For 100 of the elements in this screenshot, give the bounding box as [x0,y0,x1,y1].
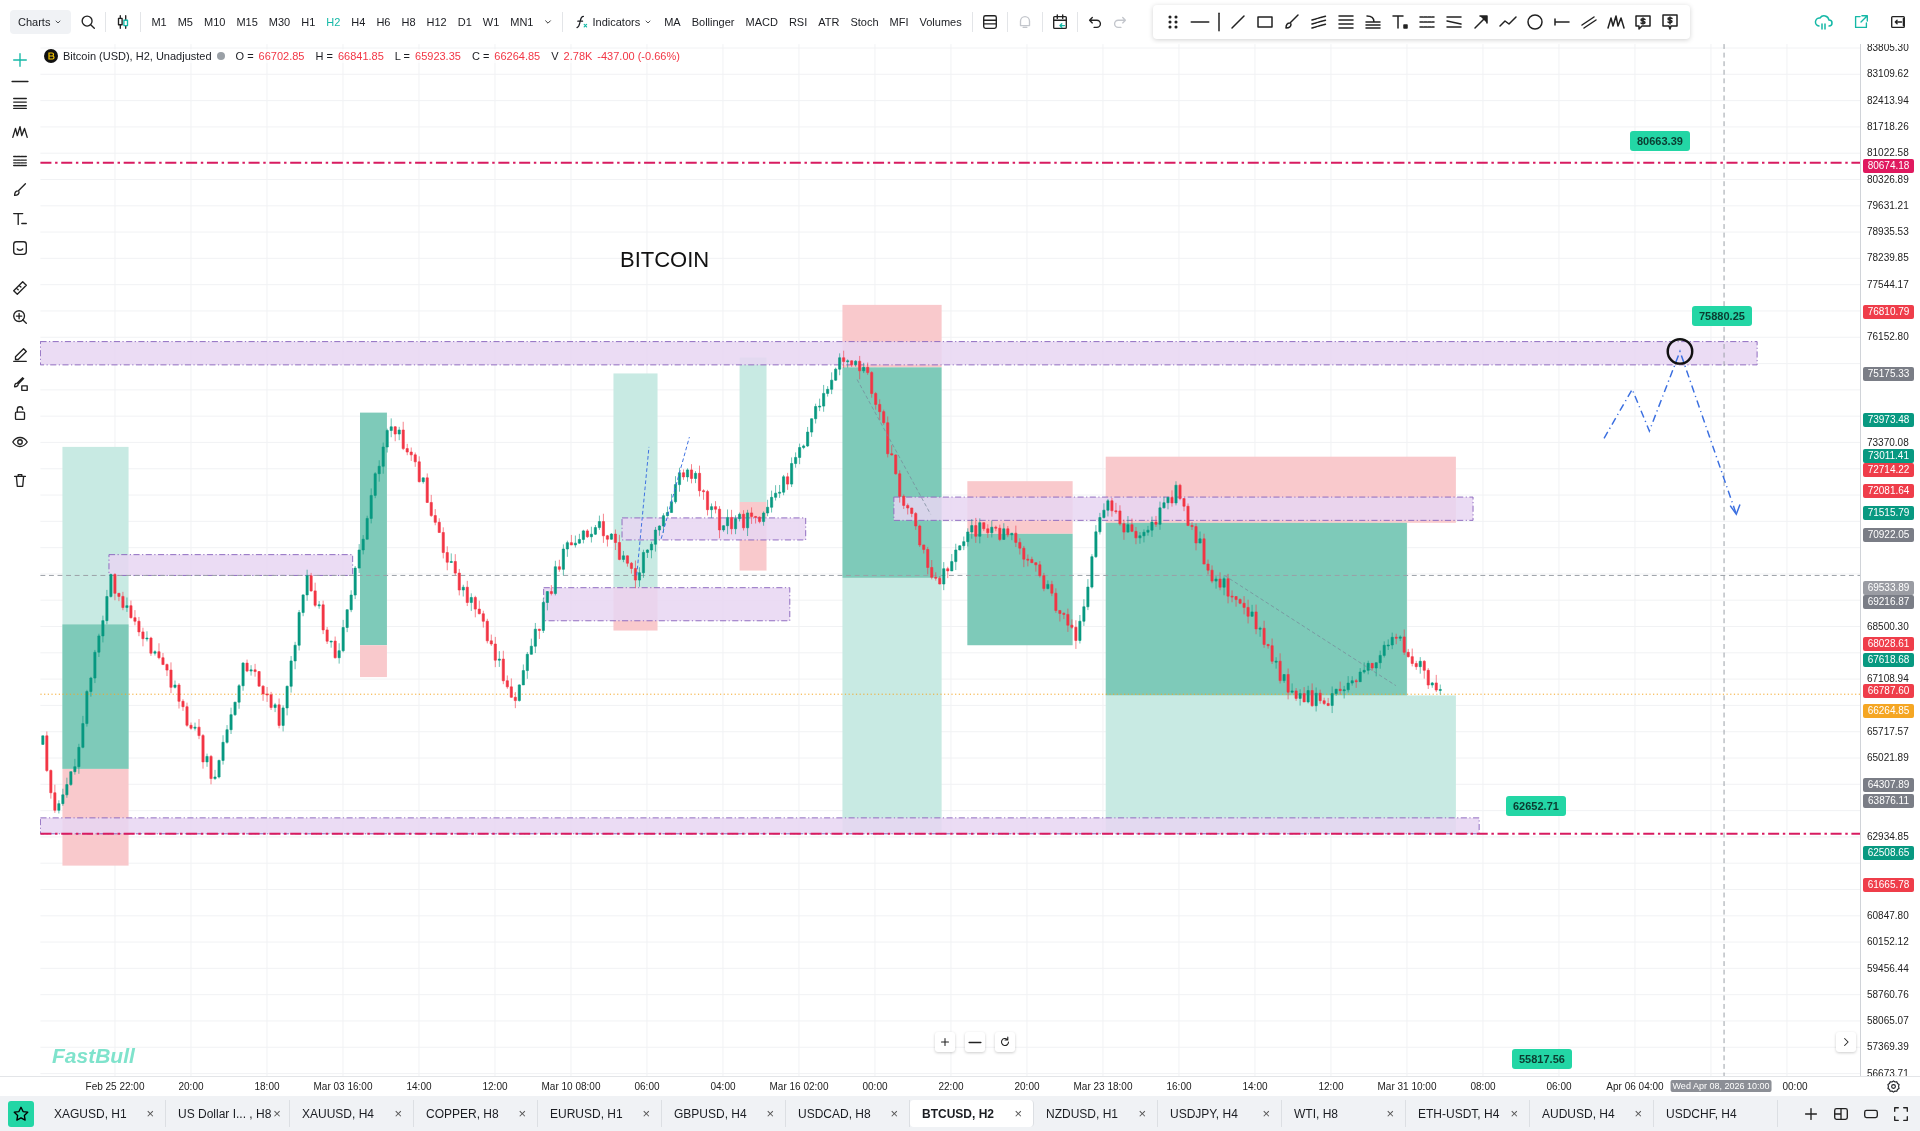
price-tick: 60152.12 [1867,936,1909,949]
symbol-tab[interactable]: XAUUSD, H4 × [290,1100,414,1127]
price-tick: 78935.53 [1867,226,1909,239]
price-badge: 63876.11 [1863,794,1914,809]
time-tick: 08:00 [1470,1081,1496,1092]
timeframe-button[interactable]: W1 [477,12,505,32]
legend-label: C = [471,50,490,62]
indicator-button[interactable]: RSI [783,12,813,32]
timeframe-button[interactable]: M10 [198,12,231,32]
price-callout: 62652.71 [1506,796,1566,816]
price-tick: 58065.07 [1867,1015,1909,1028]
legend-label: O = [235,50,254,62]
price-tick: 80326.89 [1867,173,1909,186]
price-tick: 58760.76 [1867,988,1909,1001]
legend-value: 2.78K [563,50,593,62]
price-tick: 81718.26 [1867,120,1909,133]
timeframe-button[interactable]: H1 [296,12,321,32]
indicator-button[interactable]: MFI [884,12,914,32]
close-tab-button[interactable]: × [640,1106,652,1121]
time-tick: Feb 25 22:00 [85,1081,145,1092]
chart-title: BITCOIN [620,247,710,273]
timeframe-button[interactable]: MN1 [505,12,539,32]
price-tick: 77544.17 [1867,278,1909,291]
symbol-tab[interactable]: XAGUSD, H1 × [42,1100,166,1127]
time-tick: Mar 31 10:00 [1377,1081,1437,1092]
indicators-button[interactable]: Indicators [568,10,659,34]
price-badge: 67618.68 [1863,652,1914,667]
timeframe-button[interactable]: H8 [396,12,421,32]
close-tab-button[interactable]: × [764,1106,776,1121]
time-tick: 14:00 [406,1081,432,1092]
legend-change: -437.00 (-0.66%) [597,50,680,62]
price-badge: 72081.64 [1863,484,1914,499]
close-tab-button[interactable]: × [516,1106,528,1121]
price-tick: 82413.94 [1867,94,1909,107]
close-tab-button[interactable]: × [1260,1106,1272,1121]
indicator-button[interactable]: ATR [813,12,845,32]
price-tick: 60847.80 [1867,909,1909,922]
symbol-tab[interactable]: AUDUSD, H4 × [1530,1100,1654,1127]
time-tick: Mar 16 02:00 [769,1081,829,1092]
price-tick: 56673.71 [1867,1067,1909,1076]
close-tab-button[interactable]: × [392,1106,404,1121]
time-tick: 12:00 [482,1081,508,1092]
indicator-button[interactable]: MA [659,12,686,32]
charts-menu[interactable]: Charts [10,10,72,34]
legend-value: 65923.35 [415,50,461,62]
timeframe-button[interactable]: M5 [172,12,198,32]
time-tick: 00:00 [1782,1081,1808,1092]
symbol-tab[interactable]: BTCUSD, H2 × [910,1100,1034,1127]
time-tick: 00:00 [862,1081,888,1092]
price-tick: 73370.08 [1867,436,1909,449]
close-tab-button[interactable]: × [1508,1106,1520,1121]
symbol-tab[interactable]: ETH-USDT, H4 × [1406,1100,1530,1127]
indicator-button[interactable]: Bollinger [686,12,740,32]
symbol-tab[interactable]: US Dollar I... , H8× [166,1100,290,1127]
price-tick: 81022.58 [1867,147,1909,160]
symbol-tab[interactable]: COPPER, H8 × [414,1100,538,1127]
legend-label: V [551,50,559,62]
timeframe-button[interactable]: M30 [263,12,296,32]
close-tab-button[interactable]: × [1136,1106,1148,1121]
price-badge: 72714.22 [1863,463,1914,478]
time-tick: Mar 03 16:00 [313,1081,373,1092]
price-tick: 79631.21 [1867,199,1909,212]
price-badge: 71515.79 [1863,505,1914,520]
symbol-tab[interactable]: EURUSD, H1 × [538,1100,662,1127]
time-tick: 04:00 [710,1081,736,1092]
symbol-tab[interactable]: NZDUSD, H1 × [1034,1100,1158,1127]
price-tick: 76152.80 [1867,331,1909,344]
close-tab-button[interactable]: × [1012,1106,1024,1121]
indicator-button[interactable]: MACD [740,12,783,32]
price-badge: 61665.78 [1863,878,1914,892]
symbol-tab[interactable]: USDCHF, H4 [1654,1100,1778,1127]
timeframe-button[interactable]: H6 [371,12,396,32]
timeframe-button[interactable]: H4 [346,12,371,32]
timeframe-button[interactable]: H12 [421,12,452,32]
price-badge: 76810.79 [1863,305,1914,320]
timeframe-button[interactable]: D1 [452,12,477,32]
indicator-button[interactable]: Stoch [845,12,884,32]
symbol-tab[interactable]: USDJPY, H4 × [1158,1100,1282,1127]
time-tick: Apr 06 04:00 [1606,1081,1664,1092]
close-tab-button[interactable]: × [1632,1106,1644,1121]
crosshair-time-label: Wed Apr 08, 2026 10:00 [1670,1080,1772,1092]
price-tick: 83805.30 [1867,44,1909,54]
time-tick: 20:00 [178,1081,204,1092]
timeframe-button[interactable]: M15 [231,12,263,32]
timeframe-button[interactable]: M1 [146,12,172,32]
legend-value: 66841.85 [337,50,384,62]
close-tab-button[interactable]: × [144,1106,156,1121]
price-badge: 69533.89 [1863,580,1914,595]
symbol-tab[interactable]: WTI, H8 × [1282,1100,1406,1127]
indicator-button[interactable]: Volumes [914,12,967,32]
close-tab-button[interactable]: × [1384,1106,1396,1121]
price-badge: 73011.41 [1863,449,1914,464]
symbol-tab[interactable]: GBPUSD, H4 × [662,1100,786,1127]
time-tick: 12:00 [1318,1081,1344,1092]
close-tab-button[interactable]: × [888,1106,900,1121]
legend-label: L = [394,50,411,62]
close-tab-button[interactable]: × [271,1106,283,1121]
price-badge: 80674.18 [1863,159,1914,174]
price-tick: 68500.30 [1867,620,1909,633]
price-callout: 75880.25 [1692,306,1752,326]
